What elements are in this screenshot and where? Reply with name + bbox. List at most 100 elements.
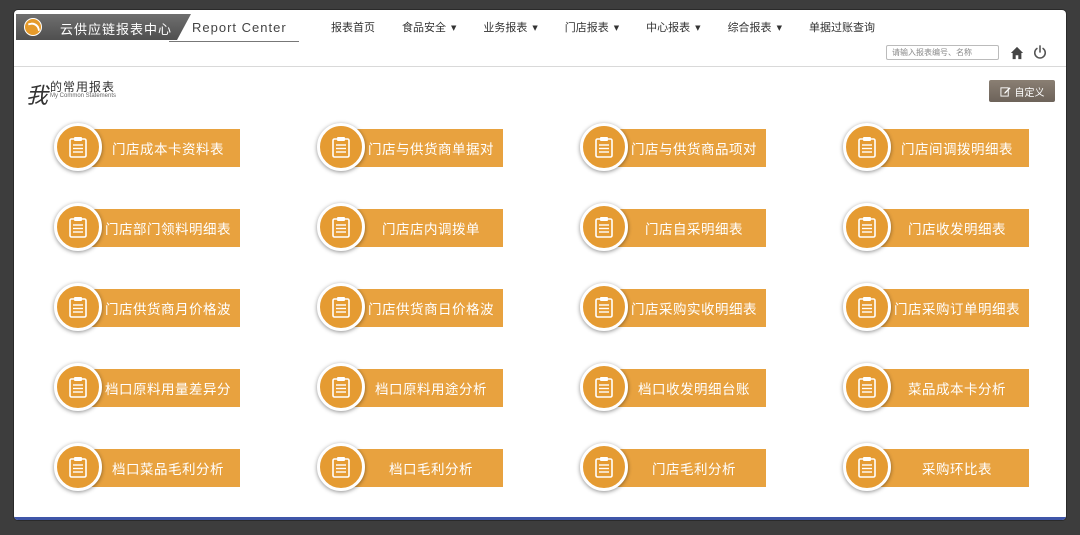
report-tile-label: 菜品成本卡分析 — [877, 369, 1029, 407]
clipboard-icon — [332, 377, 350, 398]
report-doc-icon — [580, 203, 628, 251]
report-doc-icon — [580, 283, 628, 331]
report-tile[interactable]: 门店采购订单明细表 — [843, 283, 1033, 335]
bottom-strip — [14, 517, 1066, 520]
report-doc-icon — [317, 283, 365, 331]
clipboard-icon — [858, 297, 876, 318]
nav-item[interactable]: 业务报表 ▼ — [483, 19, 537, 35]
nav-item[interactable]: 报表首页 — [331, 19, 375, 35]
nav-item-label: 单据过账查询 — [808, 21, 875, 34]
report-tile-label: 门店与供货商单据对 — [351, 129, 503, 167]
report-tile[interactable]: 门店毛利分析 — [580, 443, 770, 495]
clipboard-icon — [332, 457, 350, 478]
report-doc-icon — [580, 123, 628, 171]
report-tile[interactable]: 门店间调拨明细表 — [843, 123, 1033, 175]
report-tile[interactable]: 采购环比表 — [843, 443, 1033, 495]
report-tile-label: 门店部门领料明细表 — [88, 209, 240, 247]
customize-button[interactable]: 自定义 — [989, 80, 1055, 102]
report-tile[interactable]: 门店收发明细表 — [843, 203, 1033, 255]
report-tile[interactable]: 档口收发明细台账 — [580, 363, 770, 415]
report-tile[interactable]: 门店与供货商单据对 — [317, 123, 507, 175]
report-tile[interactable]: 菜品成本卡分析 — [843, 363, 1033, 415]
report-tile-label: 采购环比表 — [877, 449, 1029, 487]
report-doc-icon — [843, 123, 891, 171]
brand-title: 云供应链报表中心 — [60, 23, 173, 38]
report-doc-icon — [843, 443, 891, 491]
report-tile[interactable]: 门店自采明细表 — [580, 203, 770, 255]
report-tile[interactable]: 档口原料用途分析 — [317, 363, 507, 415]
chevron-down-icon: ▼ — [532, 24, 538, 32]
clipboard-icon — [69, 457, 87, 478]
logo-icon — [24, 18, 42, 36]
clipboard-icon — [69, 297, 87, 318]
report-tile-label: 门店供货商月价格波 — [88, 289, 240, 327]
chevron-down-icon: ▼ — [776, 24, 782, 32]
nav-item-label: 报表首页 — [331, 21, 375, 34]
report-doc-icon — [317, 363, 365, 411]
report-tile[interactable]: 门店店内调拨单 — [317, 203, 507, 255]
report-doc-icon — [580, 363, 628, 411]
report-tile-label: 门店采购实收明细表 — [614, 289, 766, 327]
nav-item[interactable]: 综合报表 ▼ — [728, 19, 782, 35]
chevron-down-icon: ▼ — [451, 24, 457, 32]
report-tile-label: 档口毛利分析 — [351, 449, 503, 487]
nav-item[interactable]: 门店报表 ▼ — [565, 19, 619, 35]
report-tile-label: 门店间调拨明细表 — [877, 129, 1029, 167]
report-doc-icon — [54, 203, 102, 251]
report-search-input[interactable] — [886, 45, 999, 60]
section-title-big: 我 — [26, 84, 49, 109]
report-tile[interactable]: 门店采购实收明细表 — [580, 283, 770, 335]
report-tile[interactable]: 门店成本卡资料表 — [54, 123, 244, 175]
report-tile[interactable]: 档口原料用量差异分 — [54, 363, 244, 415]
report-tile[interactable]: 门店供货商月价格波 — [54, 283, 244, 335]
report-tile-label: 门店自采明细表 — [614, 209, 766, 247]
report-tile[interactable]: 档口菜品毛利分析 — [54, 443, 244, 495]
report-doc-icon — [54, 283, 102, 331]
clipboard-icon — [595, 297, 613, 318]
report-tile[interactable]: 门店与供货商品项对 — [580, 123, 770, 175]
report-tile[interactable]: 门店供货商日价格波 — [317, 283, 507, 335]
brand-underline — [169, 41, 299, 42]
power-icon[interactable] — [1033, 45, 1047, 59]
report-doc-icon — [317, 203, 365, 251]
report-tile-label: 档口原料用量差异分 — [88, 369, 240, 407]
edit-icon — [999, 86, 1011, 97]
clipboard-icon — [858, 137, 876, 158]
report-tile-label: 档口原料用途分析 — [351, 369, 503, 407]
report-doc-icon — [843, 363, 891, 411]
report-tile-label: 门店采购订单明细表 — [877, 289, 1029, 327]
clipboard-icon — [858, 457, 876, 478]
nav-item-label: 食品安全 — [402, 21, 446, 34]
chevron-down-icon: ▼ — [613, 24, 620, 32]
report-doc-icon — [580, 443, 628, 491]
clipboard-icon — [595, 137, 613, 158]
clipboard-icon — [69, 377, 87, 398]
report-doc-icon — [54, 363, 102, 411]
nav-item[interactable]: 单据过账查询 — [809, 19, 875, 35]
section-title-en: My Common Statements — [50, 93, 117, 99]
report-tile-label: 门店供货商日价格波 — [351, 289, 503, 327]
report-tile[interactable]: 档口毛利分析 — [317, 443, 507, 495]
home-icon[interactable] — [1010, 46, 1024, 60]
clipboard-icon — [332, 217, 350, 238]
nav-item[interactable]: 中心报表 ▼ — [646, 19, 700, 35]
report-doc-icon — [843, 203, 891, 251]
clipboard-icon — [858, 217, 876, 238]
report-tile-label: 门店店内调拨单 — [351, 209, 503, 247]
report-doc-icon — [317, 443, 365, 491]
report-tile-label: 档口收发明细台账 — [614, 369, 766, 407]
brand-bar: 云供应链报表中心 — [16, 14, 191, 40]
chevron-down-icon: ▼ — [695, 24, 701, 32]
nav-item[interactable]: 食品安全 ▼ — [402, 19, 456, 35]
nav-item-label: 业务报表 — [483, 21, 528, 34]
report-doc-icon — [843, 283, 891, 331]
clipboard-icon — [332, 137, 350, 158]
clipboard-icon — [595, 377, 613, 398]
clipboard-icon — [858, 377, 876, 398]
main-nav: 报表首页 食品安全 ▼ 业务报表 ▼ 门店报表 ▼ 中心报表 ▼ 综合报表 ▼ 单据过账查询 — [331, 19, 902, 35]
header: 云供应链报表中心 Report Center 报表首页 食品安全 ▼ 业务报表 ▼ 门店报… — [14, 10, 1066, 67]
customize-label: 自定义 — [1014, 87, 1045, 99]
report-tile[interactable]: 门店部门领料明细表 — [54, 203, 244, 255]
clipboard-icon — [69, 217, 87, 238]
report-doc-icon — [317, 123, 365, 171]
